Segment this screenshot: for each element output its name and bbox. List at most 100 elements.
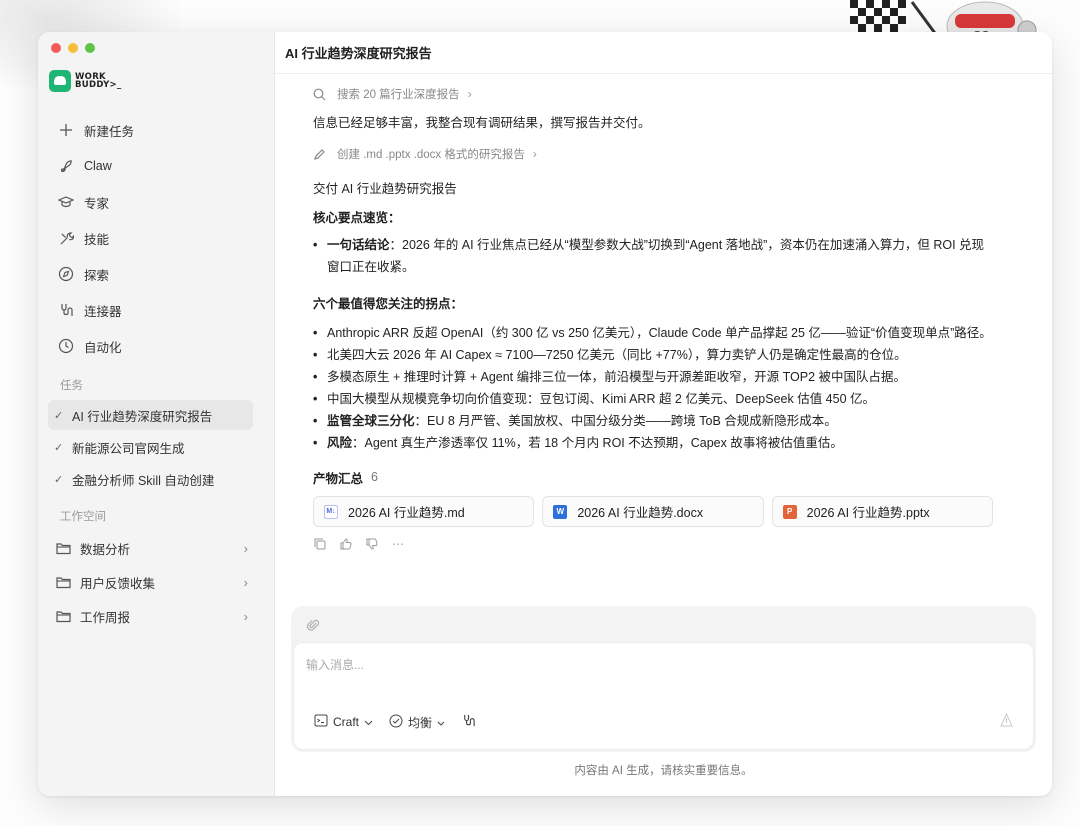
bullet-text: ：2026 年的 AI 行业焦点已经从“模型参数大战”切换到“Agent 落地战… [327,238,985,274]
task-list: ✓ AI 行业趋势深度研究报告 ✓ 新能源公司官网生成 ✓ 金融分析师 Skil… [48,400,253,496]
chevron-right-icon: › [243,608,248,624]
workspace-section-label: 工作空间 [60,511,106,523]
mode-label: Craft [333,715,360,729]
app-window: WORK BUDDY>_ 新建任务 Claw 专家 技能 探索 连接器 自动化 … [38,32,1052,796]
sidebar-nav: 新建任务 Claw 专家 技能 探索 连接器 自动化 [48,112,263,364]
sidebar-item-label: 专家 [84,196,110,211]
workspace-item-feedback[interactable]: 用户反馈收集 › [48,565,248,599]
sidebar-item-label: Claw [84,159,112,173]
composer-toolbar: Craft 均衡 [314,713,476,731]
chevron-right-icon: › [243,574,248,590]
balance-label: 均衡 [408,715,433,730]
list-item: 风险：Agent 真生产渗透率仅 11%，若 18 个月内 ROI 不达预期，C… [313,432,993,454]
mode-selector-craft[interactable]: Craft [314,714,373,730]
file-name: 2026 AI 行业趋势.docx [577,506,704,520]
message-actions: ⋯ [313,537,993,551]
task-item-finance-skill[interactable]: ✓ 金融分析师 Skill 自动创建 [48,464,253,494]
workspace-item-weekly[interactable]: 工作周报 › [48,599,248,633]
workspace-list: 数据分析 › 用户反馈收集 › 工作周报 › [48,531,248,633]
task-item-ai-report[interactable]: ✓ AI 行业趋势深度研究报告 [48,400,253,430]
check-icon: ✓ [54,473,64,486]
composer-area: 输入消息... Craft 均衡 [291,606,1036,752]
workspace-item-label: 数据分析 [80,542,131,557]
section-heading-turns: 六个最值得您关注的拐点： [313,296,464,311]
message-paragraph: 信息已经足够丰富，我整合现有调研结果，撰写报告并交付。 [313,115,651,130]
message-input-placeholder[interactable]: 输入消息... [306,656,364,673]
sidebar-item-automation[interactable]: 自动化 [48,328,263,364]
balance-selector[interactable]: 均衡 [389,714,445,731]
message-input-box[interactable]: 输入消息... Craft 均衡 [293,642,1034,750]
artifacts-heading: 产物汇总 6 [313,460,993,494]
ai-disclaimer: 内容由 AI 生成，请核实重要信息。 [574,765,753,777]
message-paragraph: 交付 AI 行业趋势研究报告 [313,181,457,196]
word-file-icon: W [553,504,568,519]
chevron-right-icon: › [532,147,537,161]
folder-icon [56,576,72,589]
logo-text: WORK BUDDY>_ [75,72,122,90]
search-icon [313,88,329,101]
file-name: 2026 AI 行业趋势.pptx [806,506,930,520]
chevron-down-icon [437,715,445,729]
file-name: 2026 AI 行业趋势.md [348,506,465,520]
more-icon[interactable]: ⋯ [391,537,405,551]
sidebar-item-label: 自动化 [84,340,122,355]
task-item-label: 金融分析师 Skill 自动创建 [72,473,215,488]
sidebar-item-claw[interactable]: Claw [48,148,263,184]
sidebar-item-label: 技能 [84,232,110,247]
pencil-icon [313,148,329,161]
list-item: 北美四大云 2026 年 AI Capex ≈ 7100—7250 亿美元（同比… [313,344,993,366]
sidebar-item-skills[interactable]: 技能 [48,220,263,256]
page-title: AI 行业趋势深度研究报告 [285,46,432,61]
section-heading-core: 核心要点速览： [313,210,401,225]
check-icon: ✓ [54,441,64,454]
connector-button[interactable] [461,713,476,731]
conversation-content: 搜索 20 篇行业深度报告 › 信息已经足够丰富，我整合现有调研结果，撰写报告并… [313,80,993,551]
sidebar-item-label: 探索 [84,268,110,283]
close-window-button[interactable] [51,43,61,53]
connector-icon [461,713,476,731]
minimize-window-button[interactable] [68,43,78,53]
chevron-right-icon: › [243,540,248,556]
markdown-file-icon: M↓ [324,504,338,519]
sidebar-item-connectors[interactable]: 连接器 [48,292,263,328]
step-search[interactable]: 搜索 20 篇行业深度报告 › [313,80,993,108]
task-item-label: AI 行业趋势深度研究报告 [72,409,213,424]
thumbs-down-icon[interactable] [365,537,379,551]
window-controls [51,43,95,53]
maximize-window-button[interactable] [85,43,95,53]
send-icon[interactable] [1000,712,1013,730]
connector-icon [58,302,74,318]
folder-icon [56,610,72,623]
file-card-md[interactable]: M↓ 2026 AI 行业趋势.md [313,496,535,527]
artifacts-count: 6 [371,470,378,484]
file-card-pptx[interactable]: P 2026 AI 行业趋势.pptx [771,496,993,527]
workspace-item-label: 工作周报 [80,610,131,625]
sidebar-item-new-task[interactable]: 新建任务 [48,112,263,148]
list-item: 多模态原生 + 推理时计算 + Agent 编排三位一体，前沿模型与开源差距收窄… [313,366,993,388]
paperclip-icon[interactable] [306,618,320,635]
tasks-section-label: 任务 [60,380,83,392]
file-card-docx[interactable]: W 2026 AI 行业趋势.docx [542,496,764,527]
app-logo: WORK BUDDY>_ [49,70,122,92]
logo-icon [49,70,71,92]
compass-icon [58,266,74,282]
thumbs-up-icon[interactable] [339,537,353,551]
powerpoint-file-icon: P [782,504,797,519]
step-create-label: 创建 .md .pptx .docx 格式的研究报告 [337,149,525,161]
list-item: 一句话结论：2026 年的 AI 行业焦点已经从“模型参数大战”切换到“Agen… [313,234,993,278]
plus-icon [58,122,74,138]
task-item-energy-site[interactable]: ✓ 新能源公司官网生成 [48,432,253,462]
bullet-bold-label: 一句话结论 [327,238,390,252]
clock-icon [58,338,74,354]
sidebar-item-explore[interactable]: 探索 [48,256,263,292]
turning-points-list: Anthropic ARR 反超 OpenAI（约 300 亿 vs 250 亿… [313,322,993,454]
title-bar: AI 行业趋势深度研究报告 [275,32,1052,74]
folder-icon [56,542,72,555]
workspace-item-data-analysis[interactable]: 数据分析 › [48,531,248,565]
sidebar-item-label: 连接器 [84,304,122,319]
sidebar-item-experts[interactable]: 专家 [48,184,263,220]
step-create[interactable]: 创建 .md .pptx .docx 格式的研究报告 › [313,140,993,168]
copy-icon[interactable] [313,537,327,551]
artifact-files: M↓ 2026 AI 行业趋势.md W 2026 AI 行业趋势.docx P… [313,496,993,527]
chevron-right-icon: › [467,87,472,101]
